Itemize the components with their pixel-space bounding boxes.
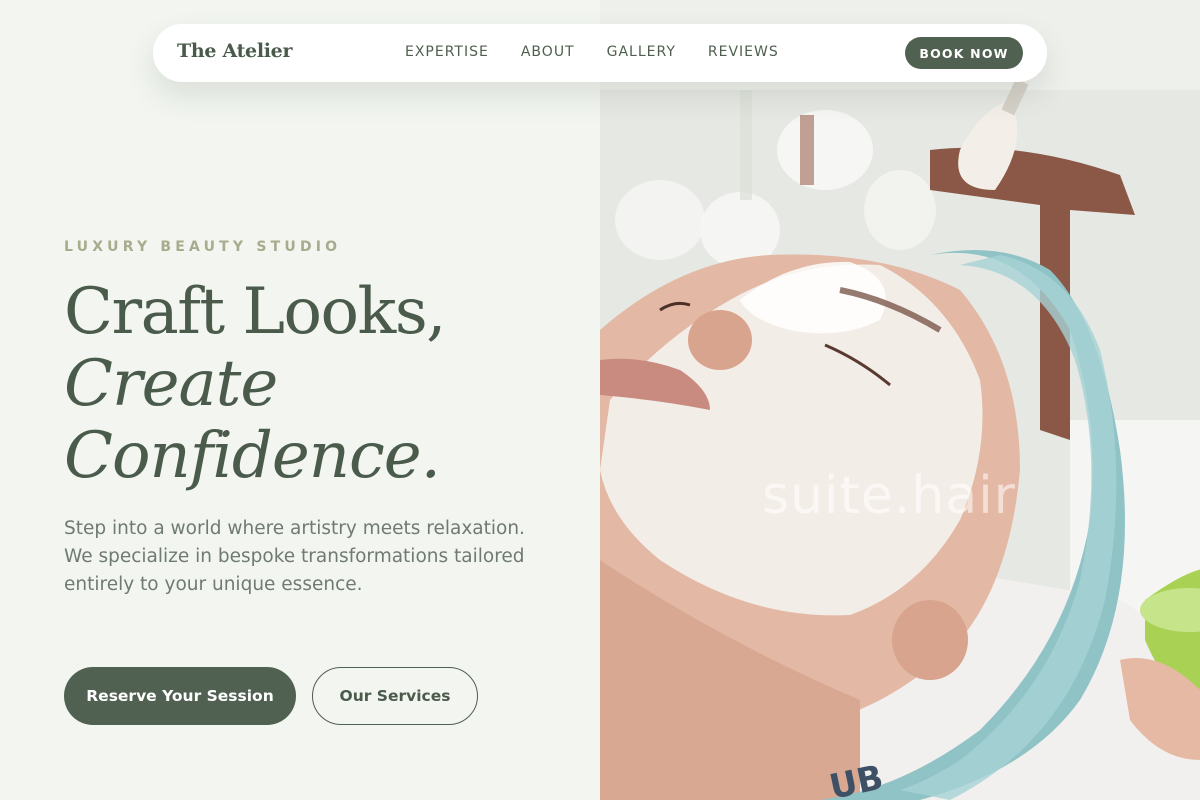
book-now-button[interactable]: BOOK NOW: [905, 37, 1023, 69]
brand-logo[interactable]: The Atelier: [177, 40, 292, 62]
hero-image: UB: [600, 0, 1200, 800]
our-services-button[interactable]: Our Services: [312, 667, 478, 725]
hero-headline: Craft Looks, Create Confidence.: [64, 276, 584, 492]
nav-link-expertise[interactable]: EXPERTISE: [405, 44, 489, 60]
nav-link-reviews[interactable]: REVIEWS: [708, 44, 779, 60]
nav-link-gallery[interactable]: GALLERY: [607, 44, 676, 60]
headline-line-3: Confidence.: [64, 419, 441, 493]
hero-lead: Step into a world where artistry meets r…: [64, 518, 525, 595]
headline-line-1: Craft Looks,: [64, 275, 447, 349]
top-navbar: The Atelier EXPERTISE ABOUT GALLERY REVI…: [153, 24, 1047, 82]
hero-eyebrow: LUXURY BEAUTY STUDIO: [64, 239, 342, 255]
reserve-session-button[interactable]: Reserve Your Session: [64, 667, 296, 725]
facial-treatment-photo: UB: [600, 0, 1200, 800]
nav-link-about[interactable]: ABOUT: [521, 44, 575, 60]
headline-line-2: Create: [64, 347, 278, 421]
nav-links: EXPERTISE ABOUT GALLERY REVIEWS: [405, 44, 779, 60]
